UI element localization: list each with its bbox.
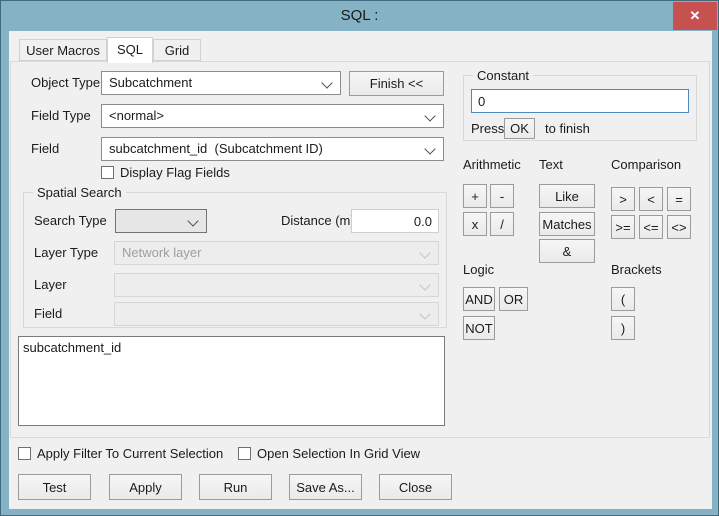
ok-button[interactable]: OK <box>504 118 535 139</box>
finish-button[interactable]: Finish << <box>349 71 444 96</box>
logic-label: Logic <box>463 262 495 277</box>
object-type-label: Object Type <box>31 75 101 90</box>
display-flag-fields-label: Display Flag Fields <box>120 165 230 180</box>
brackets-label: Brackets <box>611 262 662 277</box>
title-bar[interactable]: SQL : <box>1 1 718 31</box>
text-ops-label: Text <box>539 157 563 172</box>
chevron-down-icon <box>321 77 333 89</box>
matches-button[interactable]: Matches <box>539 212 595 236</box>
or-button[interactable]: OR <box>499 287 528 311</box>
minus-button[interactable]: - <box>490 184 514 208</box>
field-select[interactable]: subcatchment_id (Subcatchment ID) <box>101 137 444 161</box>
press-label: Press <box>471 121 505 136</box>
constant-input[interactable] <box>471 89 689 113</box>
open-selection-label: Open Selection In Grid View <box>257 446 421 461</box>
less-than-button[interactable]: < <box>639 187 663 211</box>
apply-button[interactable]: Apply <box>109 474 182 500</box>
greater-equal-button[interactable]: >= <box>611 215 635 239</box>
open-selection-checkbox[interactable] <box>238 447 251 460</box>
apply-filter-checkbox[interactable] <box>18 447 31 460</box>
chevron-down-icon <box>419 247 431 259</box>
object-type-select[interactable]: Subcatchment <box>101 71 341 95</box>
multiply-button[interactable]: x <box>463 212 487 236</box>
chevron-down-icon <box>424 143 436 155</box>
sql-dialog: SQL : ✕ User Macros SQL Grid Object Type… <box>0 0 719 516</box>
dialog-client-area: User Macros SQL Grid Object Type Subcatc… <box>9 31 712 509</box>
close-bracket-button[interactable]: ) <box>611 316 635 340</box>
tab-grid-label: Grid <box>164 43 190 58</box>
arithmetic-label: Arithmetic <box>463 157 521 172</box>
constant-title: Constant <box>473 68 534 83</box>
plus-button[interactable]: + <box>463 184 487 208</box>
layer-type-value: Network layer <box>122 245 202 260</box>
search-type-select[interactable] <box>115 209 207 233</box>
field-type-label: Field Type <box>31 108 91 123</box>
close-dialog-button[interactable]: Close <box>379 474 452 500</box>
and-button[interactable]: AND <box>463 287 495 311</box>
layer-label: Layer <box>34 277 67 292</box>
not-equal-button[interactable]: <> <box>667 215 691 239</box>
window-title: SQL : <box>340 7 379 24</box>
tab-user-macros[interactable]: User Macros <box>19 39 107 61</box>
close-icon: ✕ <box>689 8 701 23</box>
chevron-down-icon <box>187 215 199 227</box>
chevron-down-icon <box>419 279 431 291</box>
distance-input[interactable] <box>351 209 439 233</box>
object-type-value: Subcatchment <box>109 75 193 90</box>
concat-button[interactable]: & <box>539 239 595 263</box>
display-flag-fields-checkbox[interactable] <box>101 166 114 179</box>
save-as-button[interactable]: Save As... <box>289 474 362 500</box>
run-button[interactable]: Run <box>199 474 272 500</box>
apply-filter-label: Apply Filter To Current Selection <box>37 446 224 461</box>
like-button[interactable]: Like <box>539 184 595 208</box>
comparison-label: Comparison <box>611 157 682 172</box>
divide-button[interactable]: / <box>490 212 514 236</box>
tab-sql[interactable]: SQL <box>107 37 153 63</box>
layer-type-select: Network layer <box>114 241 439 265</box>
not-button[interactable]: NOT <box>463 316 495 340</box>
distance-label: Distance (m) <box>281 213 355 228</box>
tab-sql-label: SQL <box>116 42 143 57</box>
spatial-field-select <box>114 302 439 326</box>
field-type-value: <normal> <box>109 108 164 123</box>
greater-than-button[interactable]: > <box>611 187 635 211</box>
spatial-search-title: Spatial Search <box>33 185 126 200</box>
open-bracket-button[interactable]: ( <box>611 287 635 311</box>
search-type-label: Search Type <box>34 213 107 228</box>
tab-grid[interactable]: Grid <box>153 39 201 61</box>
equals-button[interactable]: = <box>667 187 691 211</box>
field-value: subcatchment_id (Subcatchment ID) <box>109 141 323 156</box>
layer-type-label: Layer Type <box>34 245 99 260</box>
sql-query-editor[interactable]: subcatchment_id <box>18 336 445 426</box>
test-button[interactable]: Test <box>18 474 91 500</box>
layer-select <box>114 273 439 297</box>
tab-user-macros-label: User Macros <box>26 43 100 58</box>
to-finish-label: to finish <box>545 121 590 136</box>
chevron-down-icon <box>419 308 431 320</box>
chevron-down-icon <box>424 110 436 122</box>
field-label: Field <box>31 141 60 156</box>
field-type-select[interactable]: <normal> <box>101 104 444 128</box>
close-button[interactable]: ✕ <box>673 2 717 30</box>
spatial-field-label: Field <box>34 306 63 321</box>
less-equal-button[interactable]: <= <box>639 215 663 239</box>
